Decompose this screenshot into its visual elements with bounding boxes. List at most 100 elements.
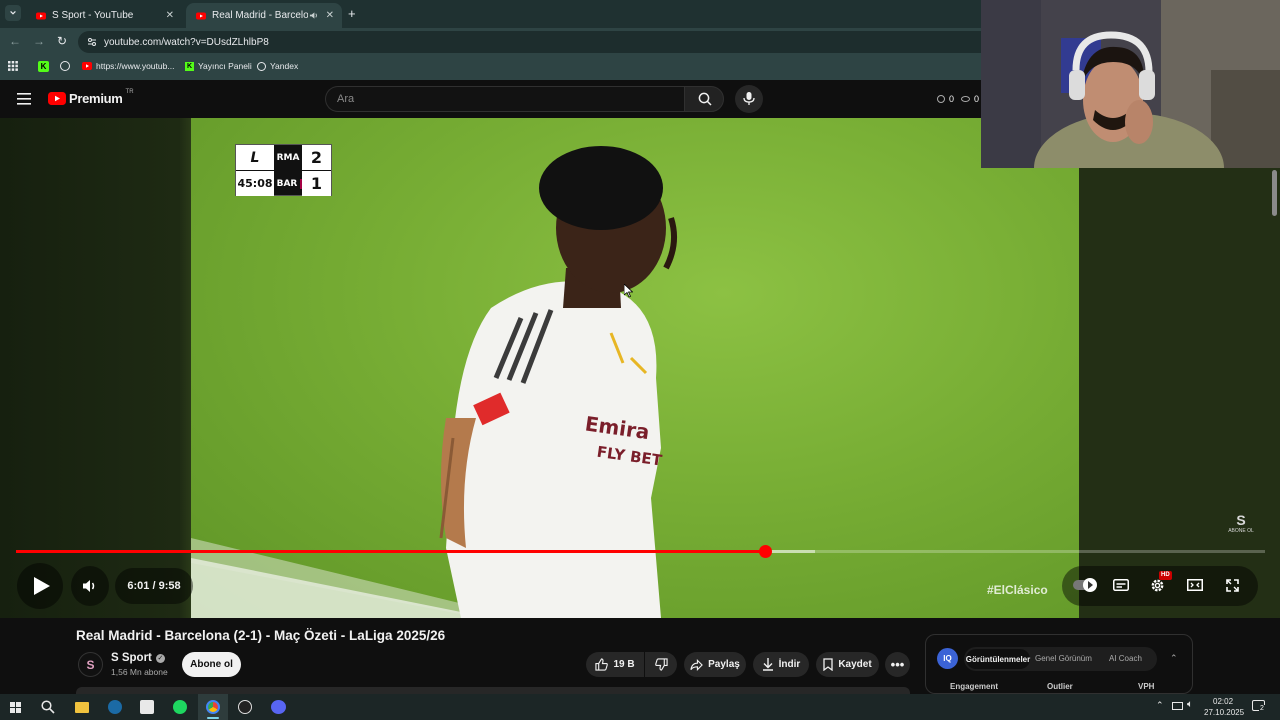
bookmark-item[interactable]: https://www.youtub... — [82, 61, 174, 71]
youtube-icon — [36, 12, 46, 19]
youtube-icon — [48, 92, 66, 105]
webcam-overlay — [981, 0, 1280, 168]
download-icon — [762, 658, 773, 671]
channel-avatar[interactable]: S — [78, 652, 103, 677]
site-info-icon[interactable] — [87, 37, 97, 47]
share-button[interactable]: Paylaş — [684, 652, 746, 677]
page-scrollbar[interactable] — [1272, 170, 1277, 216]
theater-mode-icon[interactable] — [1187, 579, 1203, 591]
tray-chevron-icon[interactable]: ⌃ — [1156, 700, 1164, 711]
dislike-button[interactable] — [645, 652, 677, 677]
hd-badge: HD — [1159, 571, 1172, 580]
tab-title: S Sport - YouTube — [52, 10, 134, 21]
column-header: Engagement — [950, 682, 999, 691]
volume-button[interactable] — [71, 566, 109, 606]
verified-icon: ✓ — [155, 653, 165, 663]
column-header: VPH — [1138, 682, 1155, 691]
microphone-icon — [743, 92, 755, 105]
subscribe-watermark[interactable]: S ABONE OL — [1226, 512, 1256, 534]
tab-search-dropdown[interactable] — [5, 5, 21, 21]
spotify-icon[interactable] — [171, 698, 189, 716]
subtitles-icon[interactable] — [1113, 579, 1129, 591]
new-tab-button[interactable]: + — [348, 6, 356, 21]
taskbar-date[interactable]: 27.10.2025 — [1204, 708, 1244, 717]
webcam-scene — [981, 0, 1280, 168]
globe-icon — [257, 61, 266, 71]
k-icon: K — [38, 61, 49, 72]
youtube-premium-logo[interactable]: Premium TR — [48, 89, 134, 106]
clock-icon — [937, 95, 945, 103]
windows-start-icon[interactable] — [10, 702, 21, 713]
share-icon — [690, 658, 703, 671]
progress-played — [16, 550, 766, 553]
file-explorer-icon[interactable] — [73, 698, 91, 716]
match-scoreboard: Ⅼ RMA 2 45:08 BAR 1 — [235, 144, 332, 196]
fullscreen-icon[interactable] — [1226, 579, 1239, 592]
autoplay-knob — [1083, 578, 1097, 592]
notification-center-icon[interactable]: 2 — [1252, 700, 1265, 712]
bookmark-item[interactable]: K — [38, 61, 53, 72]
comment-preview-bar[interactable] — [76, 687, 910, 694]
apps-grid-icon[interactable] — [8, 61, 18, 71]
obs-icon[interactable] — [236, 698, 254, 716]
hamburger-menu-icon[interactable] — [17, 93, 31, 105]
close-icon[interactable]: ✕ — [326, 10, 334, 21]
youtube-icon — [196, 12, 206, 19]
speaker-icon[interactable]: 🔈︎ — [1187, 699, 1193, 710]
autoplay-toggle[interactable] — [1073, 578, 1097, 592]
steam-icon[interactable] — [106, 698, 124, 716]
s-sport-logo-icon: S — [86, 657, 95, 672]
volume-icon — [83, 580, 95, 592]
close-icon[interactable]: ✕ — [166, 10, 174, 21]
browser-tab[interactable]: S Sport - YouTube ✕ — [26, 3, 182, 28]
back-arrow-icon[interactable]: ← — [9, 34, 21, 48]
column-header: Outlier — [1047, 682, 1073, 691]
time-display: 6:01 / 9:58 — [115, 568, 193, 604]
thumbs-down-icon — [654, 658, 668, 671]
settings-gear-icon[interactable] — [1150, 578, 1165, 593]
save-button[interactable]: Kaydet — [816, 652, 879, 677]
tab-title: Real Madrid - Barcelona (2- — [212, 10, 308, 21]
forward-arrow-icon[interactable]: → — [33, 34, 45, 48]
like-button[interactable]: 19 B — [586, 652, 644, 677]
k-icon: K — [185, 61, 194, 71]
url-text: youtube.com/watch?v=DUsdZLhlbP8 — [104, 36, 269, 48]
more-actions-button[interactable]: ••• — [885, 652, 910, 677]
discord-icon[interactable] — [269, 698, 287, 716]
thumbs-up-icon — [595, 658, 609, 671]
panel-tab-active[interactable]: Görüntülenmeler — [966, 649, 1030, 669]
eye-icon — [961, 96, 971, 102]
notification-count: 2 — [1259, 705, 1265, 712]
iq-badge[interactable]: IQ — [937, 648, 958, 669]
progress-buffered — [765, 550, 816, 553]
reload-icon[interactable]: ↻ — [57, 34, 67, 48]
panel-tab[interactable]: AI Coach — [1109, 654, 1142, 663]
search-button[interactable] — [684, 86, 724, 112]
panel-tab[interactable]: Genel Görünüm — [1035, 654, 1092, 663]
channel-name[interactable]: S Sport ✓ — [111, 652, 165, 664]
bookmark-item[interactable]: Yandex — [257, 61, 298, 71]
bookmark-item[interactable] — [60, 61, 74, 71]
collapse-chevron-icon[interactable]: ⌃ — [1170, 653, 1178, 664]
laliga-logo-icon: Ⅼ — [236, 145, 274, 170]
speaker-icon[interactable] — [309, 11, 318, 20]
video-title: Real Madrid - Barcelona (2-1) - Maç Özet… — [76, 628, 446, 643]
bookmark-item[interactable]: K Yayıncı Paneli — [185, 61, 252, 71]
subscribe-button[interactable]: Abone ol — [182, 652, 241, 677]
play-button[interactable] — [17, 563, 63, 609]
browser-tab-active[interactable]: Real Madrid - Barcelona (2- ✕ — [186, 3, 342, 28]
analytics-extension-panel: IQ Görüntülenmeler Genel Görünüm AI Coac… — [925, 634, 1193, 694]
store-icon[interactable] — [138, 698, 156, 716]
active-indicator — [207, 717, 219, 719]
chrome-icon[interactable] — [204, 698, 222, 716]
mouse-cursor-icon — [624, 284, 633, 298]
taskbar-time[interactable]: 02:02 — [1213, 697, 1233, 706]
search-icon[interactable] — [41, 700, 55, 714]
subscriber-count: 1,56 Mn abone — [111, 667, 168, 677]
panel-tabs: Görüntülenmeler Genel Görünüm AI Coach — [964, 647, 1157, 671]
search-input[interactable]: Ara — [325, 86, 684, 112]
download-button[interactable]: İndir — [753, 652, 809, 677]
voice-search-button[interactable] — [735, 85, 763, 113]
network-icon[interactable] — [1172, 702, 1183, 710]
header-stats: 0 0 — [937, 94, 979, 104]
